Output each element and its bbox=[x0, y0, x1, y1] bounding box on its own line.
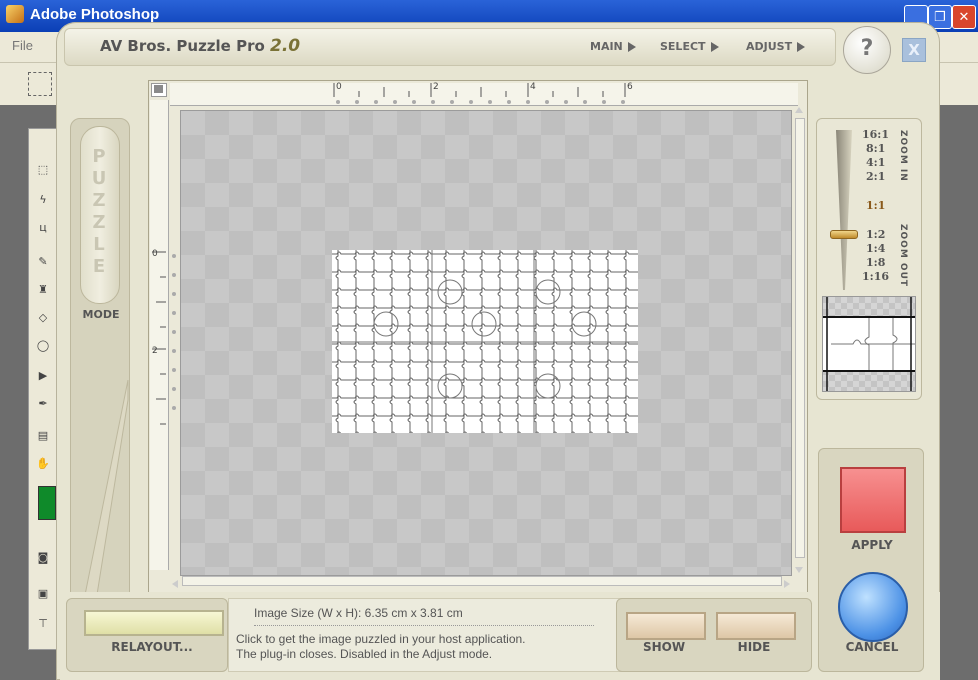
ruler-left-ticks bbox=[152, 251, 176, 425]
zoom-slider-track[interactable] bbox=[834, 128, 854, 292]
vertical-scrollbar[interactable] bbox=[795, 118, 805, 558]
brush-tool-icon[interactable]: ✎ bbox=[31, 252, 55, 272]
ruler-origin-icon bbox=[154, 85, 163, 93]
foreground-color-swatch[interactable] bbox=[38, 486, 56, 520]
zoom-out-label: ZOOM OUT bbox=[898, 224, 908, 288]
apply-label[interactable]: APPLY bbox=[830, 538, 914, 552]
scroll-up-icon[interactable] bbox=[794, 100, 804, 113]
nav-adjust-label: ADJUST bbox=[746, 40, 793, 53]
host-close-button[interactable]: ✕ bbox=[952, 5, 976, 29]
nav-adjust[interactable]: ADJUST bbox=[746, 40, 806, 53]
zoom-level-2-1[interactable]: 2:1 bbox=[866, 170, 885, 183]
cancel-button[interactable] bbox=[838, 572, 908, 642]
relayout-label[interactable]: RELAYOUT... bbox=[84, 640, 220, 654]
jump-tool-icon[interactable]: ⊤ bbox=[31, 614, 55, 634]
ruler-top-label: 2 bbox=[433, 82, 439, 92]
help-button[interactable]: ? bbox=[843, 26, 891, 74]
relayout-button[interactable] bbox=[84, 610, 224, 636]
puzzled-image[interactable] bbox=[332, 250, 638, 433]
ruler-left-label: 0 bbox=[152, 249, 158, 259]
triangle-right-icon bbox=[797, 42, 806, 52]
zoom-level-8-1[interactable]: 8:1 bbox=[866, 142, 885, 155]
zoom-level-1-8[interactable]: 1:8 bbox=[866, 256, 885, 269]
nav-main-label: MAIN bbox=[590, 40, 623, 53]
horizontal-scrollbar[interactable] bbox=[182, 576, 782, 586]
marquee-option-icon[interactable] bbox=[28, 72, 52, 96]
ruler-top-label: 4 bbox=[530, 82, 536, 92]
mode-label: MODE bbox=[82, 308, 120, 321]
triangle-right-icon bbox=[710, 42, 719, 52]
puzzle-grid bbox=[332, 250, 638, 433]
nav-select-label: SELECT bbox=[660, 40, 706, 53]
plugin-name: AV Bros. Puzzle Pro bbox=[100, 37, 265, 55]
image-size-info: Image Size (W x H): 6.35 cm x 3.81 cm bbox=[254, 606, 463, 620]
help-text-line2: The plug-in closes. Disabled in the Adju… bbox=[236, 647, 493, 661]
nav-select[interactable]: SELECT bbox=[660, 40, 719, 53]
quickmask-tool-icon[interactable]: ◙ bbox=[31, 548, 55, 568]
menu-file[interactable]: File bbox=[12, 38, 33, 53]
show-label[interactable]: SHOW bbox=[626, 640, 702, 654]
scroll-down-icon[interactable] bbox=[794, 560, 804, 573]
pen-tool-icon[interactable]: ✒ bbox=[31, 394, 55, 414]
zoom-level-1-1[interactable]: 1:1 bbox=[866, 199, 885, 212]
apply-button[interactable] bbox=[840, 467, 906, 533]
close-button[interactable]: X bbox=[902, 38, 926, 62]
scroll-left-icon[interactable] bbox=[170, 574, 180, 588]
navigator-thumbnail bbox=[823, 297, 915, 391]
ruler-left-label: 2 bbox=[152, 346, 158, 356]
puzzle-mode-text: PUZZLE bbox=[80, 146, 118, 278]
notes-tool-icon[interactable]: ▤ bbox=[31, 426, 55, 446]
zoom-slider-handle[interactable] bbox=[830, 230, 858, 239]
navigator-preview[interactable] bbox=[822, 296, 916, 392]
triangle-right-icon bbox=[627, 42, 636, 52]
scroll-right-icon[interactable] bbox=[782, 574, 792, 588]
zoom-in-label: ZOOM IN bbox=[898, 130, 908, 182]
show-button[interactable] bbox=[626, 612, 706, 640]
zoom-level-16-1[interactable]: 16:1 bbox=[862, 128, 889, 141]
host-app-icon bbox=[6, 5, 24, 23]
zoom-level-1-2[interactable]: 1:2 bbox=[866, 228, 885, 241]
puzzle-mode-letters: PUZZLE bbox=[91, 146, 107, 277]
zoom-level-4-1[interactable]: 4:1 bbox=[866, 156, 885, 169]
info-divider bbox=[254, 625, 594, 626]
path-tool-icon[interactable]: ▶ bbox=[31, 366, 55, 386]
screenmode-tool-icon[interactable]: ▣ bbox=[31, 584, 55, 604]
hide-button[interactable] bbox=[716, 612, 796, 640]
marquee-tool-icon[interactable]: ⬚ bbox=[31, 160, 55, 180]
eraser-tool-icon[interactable]: ◇ bbox=[31, 308, 55, 328]
hide-label[interactable]: HIDE bbox=[716, 640, 792, 654]
plugin-version: 2.0 bbox=[270, 36, 301, 56]
help-text-line1: Click to get the image puzzled in your h… bbox=[236, 632, 526, 646]
zoom-level-1-16[interactable]: 1:16 bbox=[862, 270, 889, 283]
crop-tool-icon[interactable]: ц bbox=[31, 218, 55, 238]
plugin-title: AV Bros. Puzzle Pro 2.0 bbox=[100, 36, 300, 56]
lasso-tool-icon[interactable]: ϟ bbox=[31, 190, 55, 210]
ruler-top-label: 0 bbox=[336, 82, 342, 92]
nav-main[interactable]: MAIN bbox=[590, 40, 636, 53]
host-window-title: Adobe Photoshop bbox=[30, 6, 160, 23]
blur-tool-icon[interactable]: ◯ bbox=[31, 336, 55, 356]
hand-tool-icon[interactable]: ✋ bbox=[31, 454, 55, 474]
stamp-tool-icon[interactable]: ♜ bbox=[31, 280, 55, 300]
zoom-level-1-4[interactable]: 1:4 bbox=[866, 242, 885, 255]
ruler-top-ticks bbox=[333, 83, 626, 104]
cancel-label[interactable]: CANCEL bbox=[830, 640, 914, 654]
ruler-top-label: 6 bbox=[627, 82, 633, 92]
